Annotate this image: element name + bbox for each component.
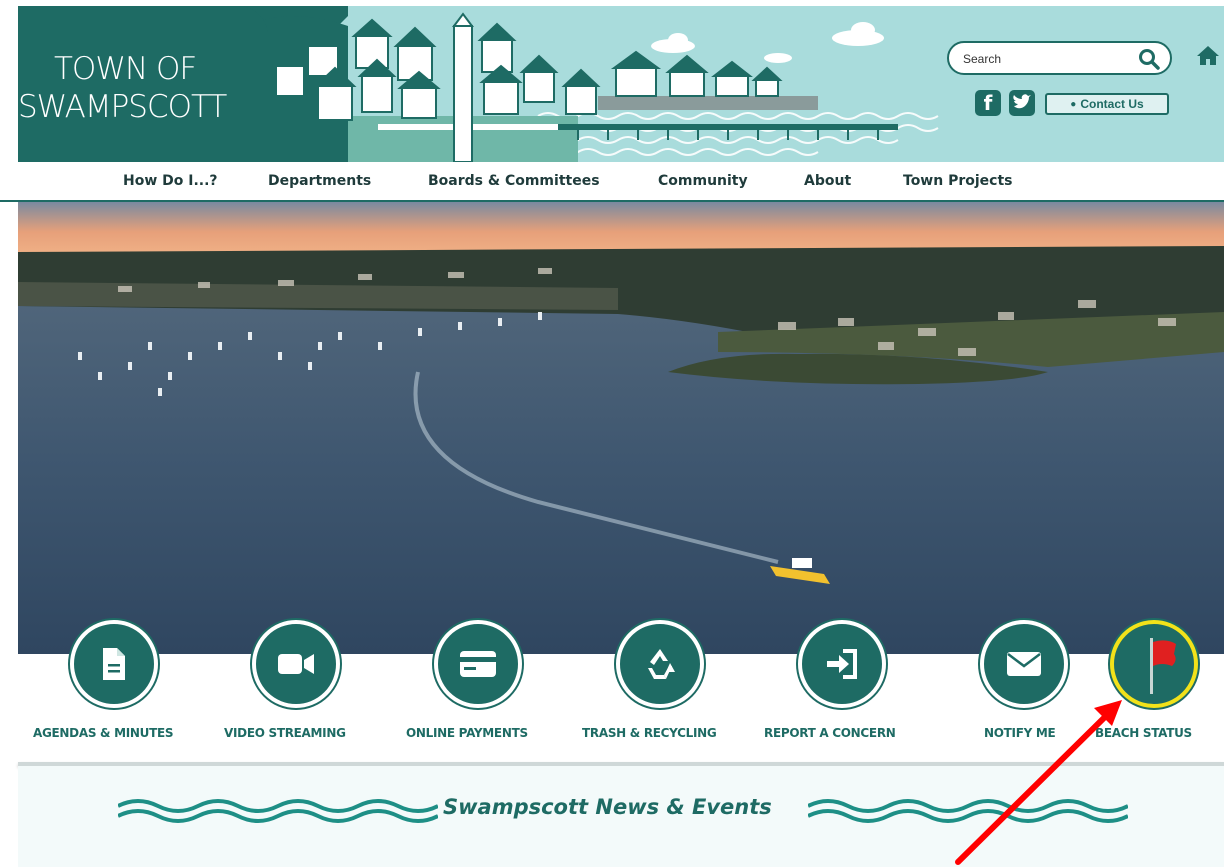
nav-item-community[interactable]: Community xyxy=(658,173,748,189)
home-icon[interactable] xyxy=(1196,44,1220,66)
search-input[interactable] xyxy=(961,47,1130,71)
envelope-icon xyxy=(1007,652,1041,676)
main-navigation: How Do I...? Departments Boards & Commit… xyxy=(0,162,1224,202)
document-icon xyxy=(103,648,125,680)
search-icon[interactable] xyxy=(1138,48,1160,70)
logo-text-town-of: TOWN OF xyxy=(54,51,197,87)
beach-status-button[interactable] xyxy=(1110,620,1198,708)
agendas-minutes-button[interactable] xyxy=(70,620,158,708)
beach-status-label[interactable]: BEACH STATUS xyxy=(1095,726,1192,740)
video-streaming-button[interactable] xyxy=(252,620,340,708)
nav-item-town-projects[interactable]: Town Projects xyxy=(903,173,1012,189)
report-concern-label[interactable]: REPORT A CONCERN xyxy=(764,726,896,740)
red-flag-icon xyxy=(1150,638,1176,694)
chat-bubble-icon: ● xyxy=(1070,98,1077,110)
notify-me-label[interactable]: NOTIFY ME xyxy=(984,726,1056,740)
facebook-icon[interactable]: f xyxy=(975,90,1001,116)
logo-text-swampscott: SWAMPSCOTT xyxy=(18,89,227,125)
online-payments-label[interactable]: ONLINE PAYMENTS xyxy=(406,726,528,740)
trash-recycling-label[interactable]: TRASH & RECYCLING xyxy=(582,726,717,740)
contact-us-button[interactable]: ● Contact Us xyxy=(1045,93,1169,115)
sign-in-icon xyxy=(827,649,857,679)
wave-decoration-left xyxy=(118,799,438,823)
twitter-icon[interactable] xyxy=(1009,90,1035,116)
site-logo[interactable]: TOWN OF SWAMPSCOTT xyxy=(18,6,268,162)
report-concern-button[interactable] xyxy=(798,620,886,708)
search-box xyxy=(947,41,1172,75)
agendas-minutes-label[interactable]: AGENDAS & MINUTES xyxy=(33,726,174,740)
contact-us-label: Contact Us xyxy=(1080,97,1144,111)
recycle-icon xyxy=(648,649,675,679)
video-camera-icon xyxy=(278,654,314,674)
notify-me-button[interactable] xyxy=(980,620,1068,708)
hero-photo xyxy=(18,202,1224,654)
wave-decoration-right xyxy=(808,799,1128,823)
nav-item-how-do-i[interactable]: How Do I...? xyxy=(123,173,218,189)
nav-item-about[interactable]: About xyxy=(804,173,851,189)
trash-recycling-button[interactable] xyxy=(616,620,704,708)
nav-item-boards-committees[interactable]: Boards & Committees xyxy=(428,173,600,189)
news-events-title: Swampscott News & Events xyxy=(443,795,772,819)
online-payments-button[interactable] xyxy=(434,620,522,708)
credit-card-icon xyxy=(460,651,496,677)
nav-item-departments[interactable]: Departments xyxy=(268,173,371,189)
video-streaming-label[interactable]: VIDEO STREAMING xyxy=(224,726,346,740)
site-header: TOWN OF SWAMPSCOTT xyxy=(18,6,1224,162)
